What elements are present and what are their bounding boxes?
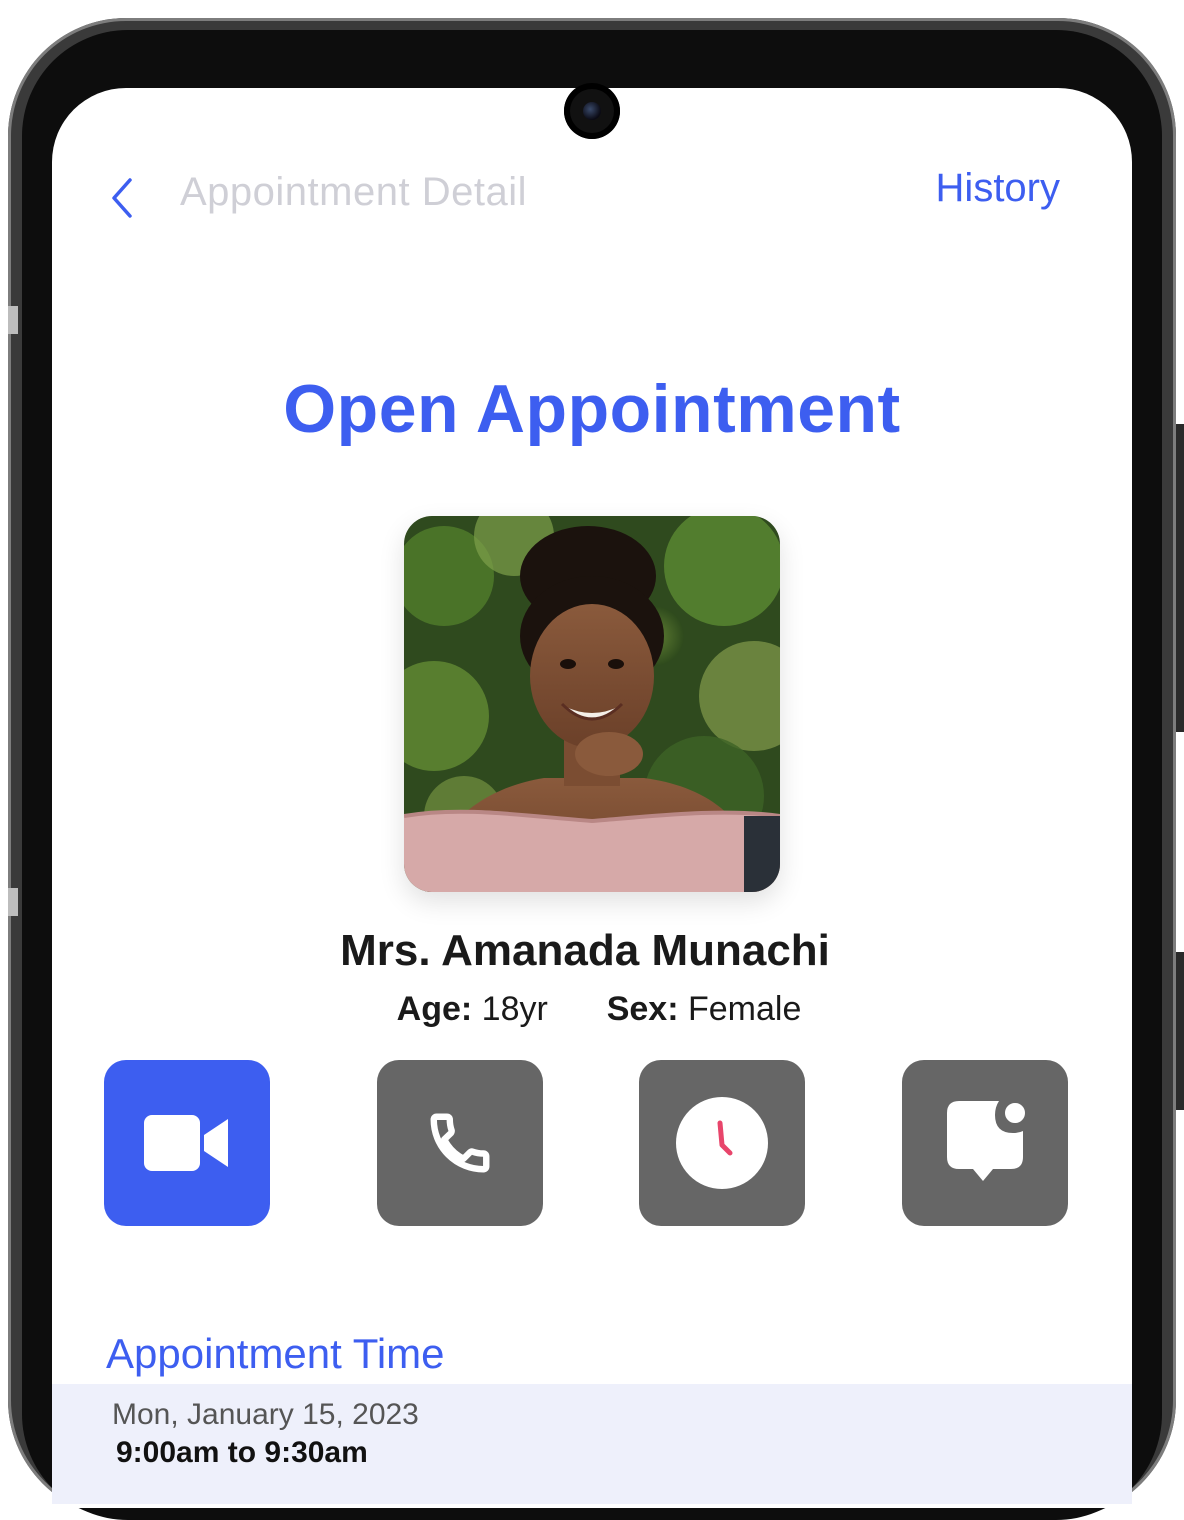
page-title: Open Appointment (283, 371, 901, 447)
back-button[interactable] (108, 172, 144, 224)
video-camera-icon (144, 1115, 228, 1171)
chat-button[interactable] (902, 1060, 1068, 1226)
left-side-button (8, 888, 18, 916)
video-call-button[interactable] (104, 1060, 270, 1226)
right-side-button (1176, 952, 1184, 1110)
appointment-date: Mon, January 15, 2023 (112, 1398, 419, 1431)
age-value: 18yr (481, 990, 548, 1028)
left-side-button (8, 306, 18, 334)
front-camera (564, 83, 620, 139)
history-link[interactable]: History (936, 166, 1060, 211)
sex-value: Female (687, 990, 802, 1028)
patient-meta: Age: 18yr Sex: Female (0, 990, 1184, 1029)
patient-avatar (404, 516, 780, 892)
appointment-time-range: 9:00am to 9:30am (116, 1436, 368, 1469)
header-title: Appointment Detail (180, 170, 527, 214)
patient-name: Mrs. Amanada Munachi (340, 926, 830, 975)
phone-icon (430, 1113, 490, 1173)
age-label: Age: (396, 990, 473, 1028)
voice-call-button[interactable] (377, 1060, 543, 1226)
chat-bubble-icon (947, 1099, 1029, 1181)
appointment-time-heading: Appointment Time (106, 1330, 445, 1377)
right-side-button (1176, 424, 1184, 732)
clock-icon (676, 1097, 768, 1189)
patient-photo (404, 516, 780, 892)
sex-label: Sex: (606, 990, 679, 1028)
schedule-button[interactable] (639, 1060, 805, 1226)
chevron-left-icon (112, 178, 132, 218)
